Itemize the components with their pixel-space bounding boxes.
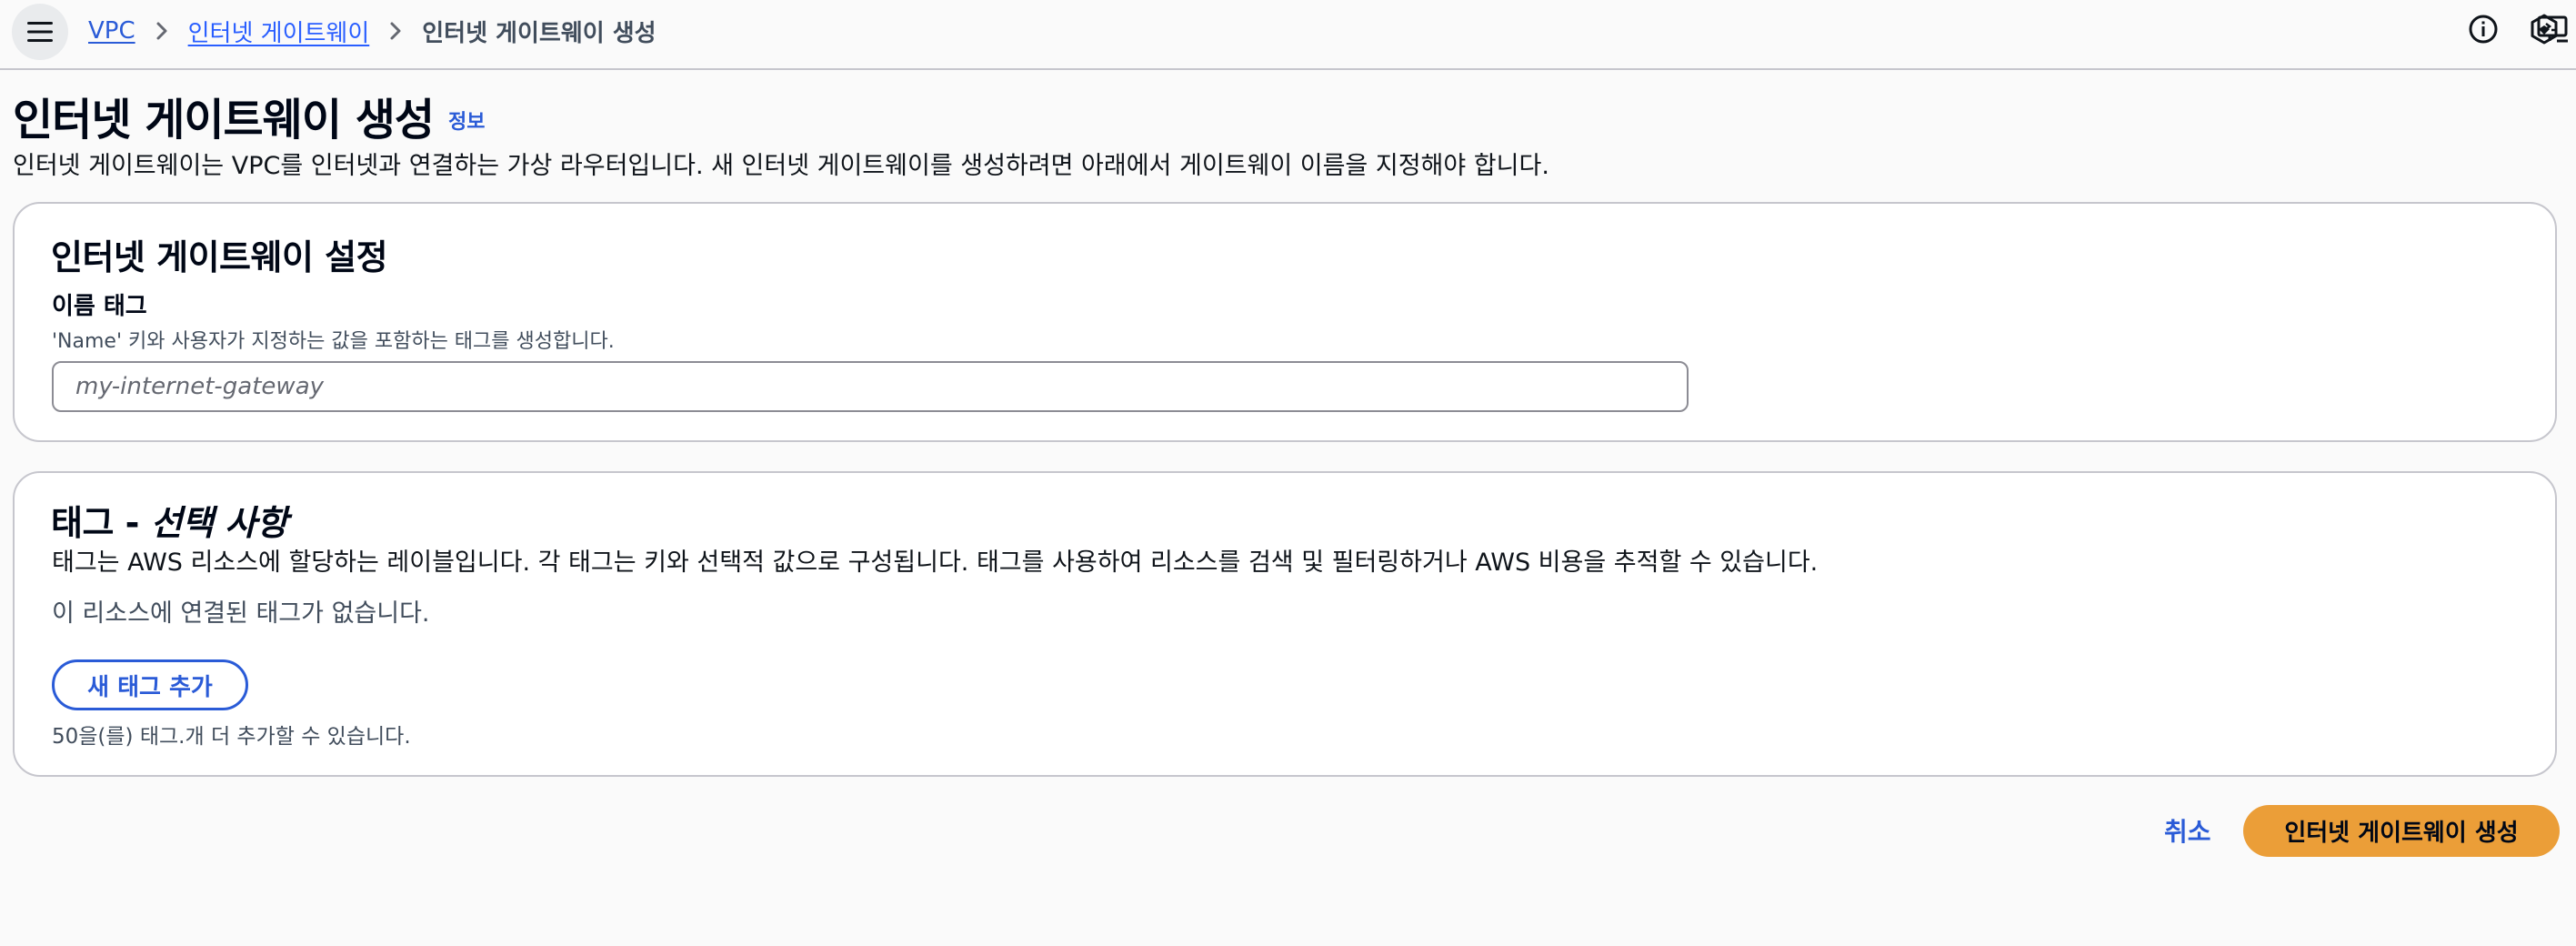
info-link[interactable]: 정보 xyxy=(448,106,485,135)
tags-description: 태그는 AWS 리소스에 할당하는 레이블입니다. 각 태그는 키와 선택적 값… xyxy=(52,548,1819,577)
breadcrumb-current: 인터넷 게이트웨이 생성 xyxy=(422,19,657,47)
cancel-button[interactable]: 취소 xyxy=(2164,812,2211,849)
tags-title-main: 태그 - xyxy=(51,503,151,543)
no-tags-message: 이 리소스에 연결된 태그가 없습니다. xyxy=(52,599,430,628)
add-new-tag-button[interactable]: 새 태그 추가 xyxy=(52,659,248,710)
tags-title-optional: 선택 사항 xyxy=(150,503,288,543)
name-tag-label: 이름 태그 xyxy=(52,293,147,320)
create-internet-gateway-button[interactable]: 인터넷 게이트웨이 생성 xyxy=(2243,805,2560,857)
tags-card-title: 태그 - 선택 사항 xyxy=(51,495,288,545)
hexagon-settings-icon[interactable] xyxy=(2526,11,2562,47)
settings-card-title: 인터넷 게이트웨이 설정 xyxy=(51,237,388,277)
breadcrumb-link-internet-gateways[interactable]: 인터넷 게이트웨이 xyxy=(188,15,370,48)
page-title: 인터넷 게이트웨이 생성 xyxy=(13,95,435,146)
name-tag-input[interactable] xyxy=(52,361,1689,412)
menu-icon[interactable] xyxy=(12,4,68,60)
breadcrumb-link-vpc[interactable]: VPC xyxy=(88,17,135,45)
internet-gateway-settings-card: 인터넷 게이트웨이 설정 이름 태그 'Name' 키와 사용자가 지정하는 값… xyxy=(13,202,2557,442)
info-icon[interactable] xyxy=(2465,11,2501,47)
tags-card: 태그 - 선택 사항 태그는 AWS 리소스에 할당하는 레이블입니다. 각 태… xyxy=(13,471,2557,777)
breadcrumb: VPC 인터넷 게이트웨이 인터넷 게이트웨이 생성 xyxy=(88,13,657,49)
chevron-right-icon xyxy=(155,21,168,41)
name-tag-description: 'Name' 키와 사용자가 지정하는 값을 포함하는 태그를 생성합니다. xyxy=(52,330,615,353)
page-description: 인터넷 게이트웨이는 VPC를 인터넷과 연결하는 가상 라우터입니다. 새 인… xyxy=(13,152,1549,180)
tag-limit-text: 50을(를) 태그.개 더 추가할 수 있습니다. xyxy=(52,725,411,749)
top-navigation-bar: VPC 인터넷 게이트웨이 인터넷 게이트웨이 생성 xyxy=(0,0,2576,70)
chevron-right-icon xyxy=(389,21,402,41)
